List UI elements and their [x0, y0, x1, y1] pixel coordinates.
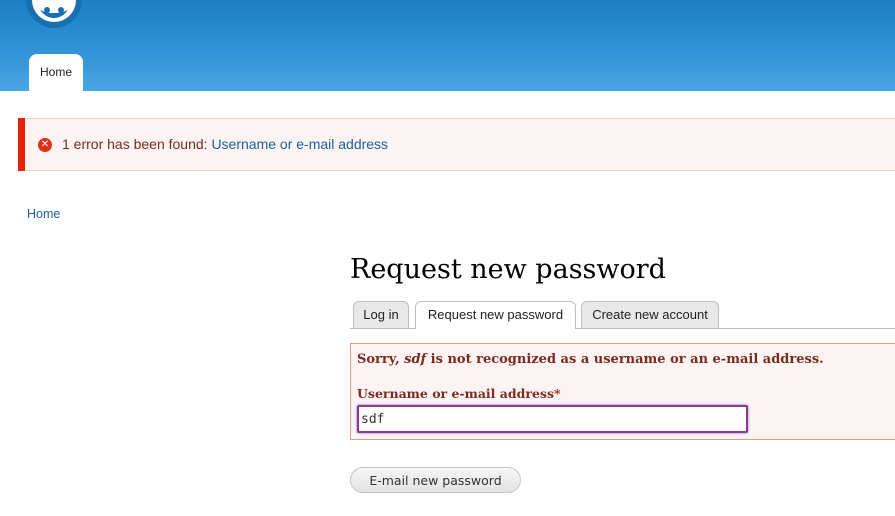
- error-messages: ✕ 1 error has been found: Username or e-…: [18, 118, 895, 171]
- password-reset-form: Sorry, sdf is not recognized as a userna…: [350, 343, 895, 440]
- form-error-suffix: is not recognized as a username or an e-…: [426, 352, 824, 367]
- error-field-link[interactable]: Username or e-mail address: [211, 136, 388, 152]
- tab-log-in[interactable]: Log in: [353, 301, 409, 328]
- error-message-text: 1 error has been found: Username or e-ma…: [62, 136, 388, 152]
- error-message-prefix: 1 error has been found:: [62, 136, 212, 152]
- page-title: Request new password: [350, 254, 666, 285]
- tab-create-new-account[interactable]: Create new account: [581, 301, 719, 328]
- tab-request-new-password[interactable]: Request new password: [415, 301, 576, 329]
- drupal-drop-icon[interactable]: [26, 0, 82, 28]
- email-new-password-button[interactable]: E-mail new password: [350, 467, 521, 493]
- username-or-email-input[interactable]: [357, 405, 748, 433]
- username-label-text: Username or e-mail address: [357, 386, 554, 401]
- form-error-value: sdf: [404, 352, 427, 367]
- username-field-label: Username or e-mail address*: [357, 386, 561, 401]
- breadcrumb-home-link[interactable]: Home: [27, 207, 60, 221]
- required-marker: *: [553, 386, 561, 401]
- error-bar: [18, 118, 25, 171]
- error-x-icon: ✕: [38, 138, 52, 152]
- nav-home-tab[interactable]: Home: [29, 54, 83, 91]
- site-header: Home: [0, 0, 895, 91]
- form-error-message: Sorry, sdf is not recognized as a userna…: [357, 352, 824, 367]
- form-error-prefix: Sorry,: [357, 352, 405, 367]
